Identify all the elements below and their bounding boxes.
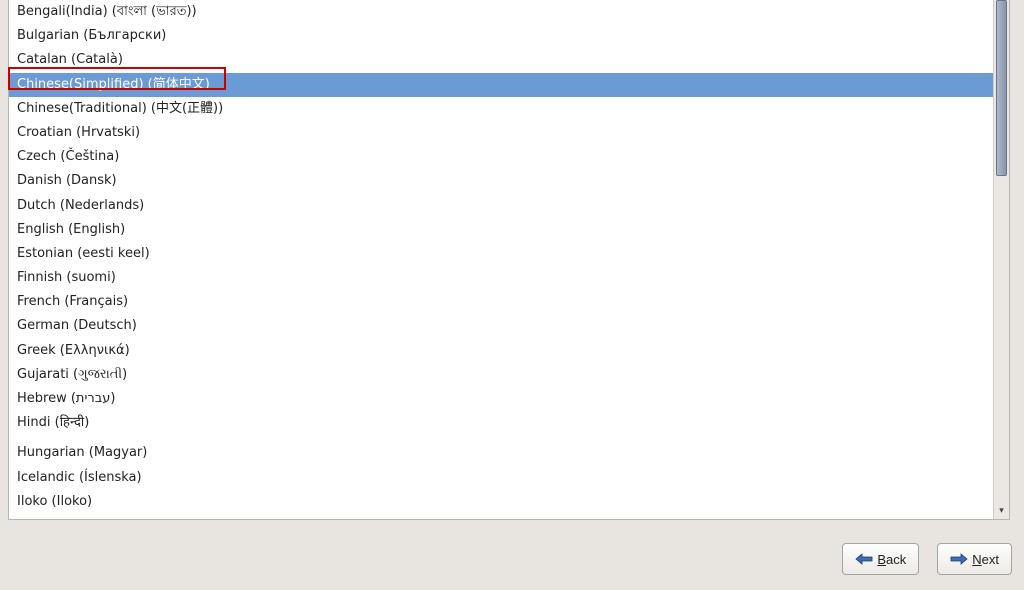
arrow-right-icon — [950, 552, 968, 566]
next-button[interactable]: Next — [937, 543, 1012, 575]
language-item[interactable]: Greek (Ελληνικά) — [9, 339, 1009, 363]
language-item[interactable]: German (Deutsch) — [9, 314, 1009, 338]
language-item[interactable]: Czech (Čeština) — [9, 145, 1009, 169]
language-item[interactable]: French (Français) — [9, 290, 1009, 314]
language-item[interactable]: Hungarian (Magyar) — [9, 441, 1009, 465]
scrollbar-thumb[interactable] — [996, 0, 1007, 176]
language-selection-panel: Bengali(India) (বাংলা (ভারত))Bulgarian (… — [8, 0, 1010, 520]
language-list[interactable]: Bengali(India) (বাংলা (ভারত))Bulgarian (… — [9, 0, 1009, 519]
language-item[interactable]: Danish (Dansk) — [9, 169, 1009, 193]
language-item[interactable]: Indonesian (Indonesia) — [9, 514, 1009, 519]
back-button[interactable]: Back — [842, 543, 919, 575]
language-item[interactable]: Finnish (suomi) — [9, 266, 1009, 290]
language-item[interactable]: English (English) — [9, 218, 1009, 242]
language-item[interactable]: Chinese(Traditional) (中文(正體)) — [9, 97, 1009, 121]
back-button-label: Back — [877, 552, 906, 567]
language-item[interactable]: Bengali(India) (বাংলা (ভারত)) — [9, 0, 1009, 24]
language-item[interactable]: Hindi (हिन्दी) — [9, 411, 1009, 435]
language-item[interactable]: Dutch (Nederlands) — [9, 194, 1009, 218]
next-button-label: Next — [972, 552, 999, 567]
footer-bar: Back Next — [0, 528, 1024, 590]
language-item[interactable]: Croatian (Hrvatski) — [9, 121, 1009, 145]
language-item[interactable]: Catalan (Català) — [9, 48, 1009, 72]
scroll-down-icon[interactable]: ▾ — [994, 503, 1009, 519]
language-item[interactable]: Chinese(Simplified) (简体中文) — [9, 73, 1009, 97]
language-item[interactable]: Hebrew (עברית) — [9, 387, 1009, 411]
language-item[interactable]: Bulgarian (Български) — [9, 24, 1009, 48]
language-item[interactable]: Gujarati (ગુજરાતી) — [9, 363, 1009, 387]
language-item[interactable]: Icelandic (Íslenska) — [9, 466, 1009, 490]
scrollbar-track[interactable]: ▾ — [993, 0, 1009, 519]
language-item[interactable]: Iloko (Iloko) — [9, 490, 1009, 514]
language-item[interactable]: Estonian (eesti keel) — [9, 242, 1009, 266]
arrow-left-icon — [855, 552, 873, 566]
language-list-container: Bengali(India) (বাংলা (ভারত))Bulgarian (… — [9, 0, 1009, 519]
